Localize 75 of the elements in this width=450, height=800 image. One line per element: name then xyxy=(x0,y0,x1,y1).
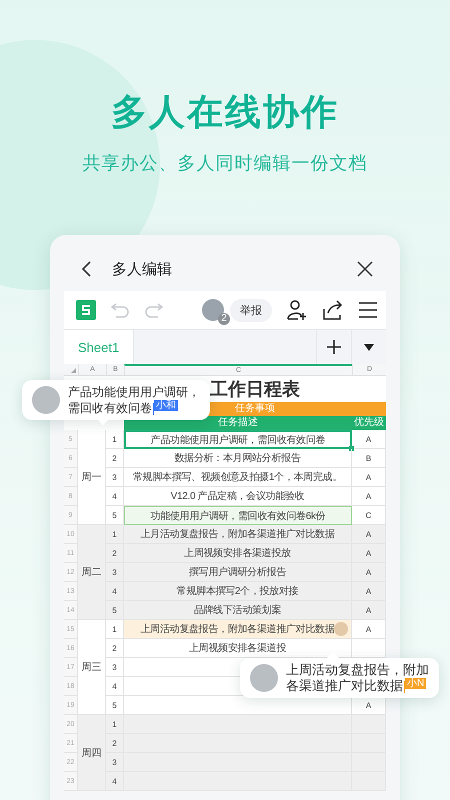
dropdown-icon xyxy=(364,344,374,350)
report-button[interactable]: 举报 xyxy=(230,298,272,322)
task-text: 产品功能使用用户调研，需回收有效问卷 xyxy=(150,434,326,446)
table-cell: 1 xyxy=(106,430,124,449)
table-cell: 5 xyxy=(106,601,124,620)
table-cell: B xyxy=(352,449,386,468)
table-cell: 1 xyxy=(106,715,124,734)
user-tag: 小N xyxy=(405,678,426,689)
table-cell: 2 xyxy=(106,544,124,563)
task-text: 撰写用户调研分析报告 xyxy=(188,566,286,579)
task-text: 品牌线下活动策划案 xyxy=(194,604,282,617)
task-cell[interactable]: 常规脚本撰写、视频创意及拍摄1个，本周完成。 xyxy=(124,468,352,487)
task-cell[interactable]: 数据分析：本月网站分析报告 xyxy=(124,449,352,468)
task-text: 上周视频安排各渠道投 xyxy=(188,642,286,655)
task-cell[interactable]: 上周活动复盘报告，附加各渠道推广对比数据 xyxy=(124,620,352,639)
task-text: 常规脚本撰写2个，投放对接 xyxy=(176,584,298,598)
table-cell: 4 xyxy=(106,582,124,601)
share-icon[interactable] xyxy=(322,299,344,321)
task-cell[interactable]: 功能使用用户调研，需回收有效问卷6k份 xyxy=(124,506,352,525)
menu-icon[interactable] xyxy=(358,301,378,319)
task-cell[interactable]: 上月活动复盘报告，附加各渠道推广对比数据 xyxy=(124,525,352,544)
task-text: 功能使用用户调研，需回收有效问卷6k份 xyxy=(150,510,326,522)
user-tag: 小和 xyxy=(154,400,178,411)
table-cell: A xyxy=(352,430,386,449)
table-cell: A xyxy=(352,620,386,639)
column-title: 优先级 xyxy=(354,416,384,430)
table-cell: 2 xyxy=(106,449,124,468)
close-icon[interactable] xyxy=(356,260,374,278)
corner-triangle-icon[interactable] xyxy=(71,368,76,373)
collaborator-count: 2 xyxy=(218,313,230,325)
window-title: 多人编辑 xyxy=(112,260,172,278)
task-cell[interactable]: 常规脚本撰写2个，投放对接 xyxy=(124,582,352,601)
user-avatar xyxy=(334,622,348,636)
table-cell: 3 xyxy=(106,563,124,582)
section-header: 任务事项 xyxy=(235,403,275,414)
task-text: 上周活动复盘报告，附加各渠道推广对比数据 xyxy=(140,622,334,636)
day-cell: 周四 xyxy=(78,715,106,791)
day-cell: 周二 xyxy=(78,525,106,620)
task-text: 常规脚本撰写、视频创意及拍摄1个，本周完成。 xyxy=(133,470,342,484)
task-text: V12.0 产品定稿，会议功能验收 xyxy=(170,490,304,503)
add-user-icon[interactable] xyxy=(286,299,308,321)
task-text: 上月活动复盘报告，附加各渠道推广对比数据 xyxy=(140,528,334,541)
selection-handle[interactable] xyxy=(349,446,354,451)
sheet-title: 工作日程表 xyxy=(210,379,300,399)
table-cell: A xyxy=(352,525,386,544)
table-cell: 4 xyxy=(106,677,124,696)
table-cell: 1 xyxy=(106,525,124,544)
app-logo-icon[interactable] xyxy=(76,300,96,320)
task-cell[interactable]: 撰写用户调研分析报告 xyxy=(124,563,352,582)
task-cell[interactable]: 产品功能使用用户调研，需回收有效问卷 xyxy=(124,430,352,449)
table-cell: A xyxy=(352,563,386,582)
comment-text: 产品功能使用用户调研，需回收有效问卷 小和 xyxy=(68,384,200,416)
user-avatar xyxy=(250,664,278,692)
table-cell: 4 xyxy=(106,487,124,506)
task-cell[interactable]: 品牌线下活动策划案 xyxy=(124,601,352,620)
user-avatar xyxy=(32,386,60,414)
task-cell[interactable]: 上周视频安排各渠道投放 xyxy=(124,544,352,563)
table-cell: 4 xyxy=(106,772,124,791)
table-cell: A xyxy=(352,487,386,506)
table-cell: 2 xyxy=(106,639,124,658)
table-cell: 3 xyxy=(106,753,124,772)
subheadline: 共享办公、多人同时编辑一份文档 xyxy=(82,152,368,175)
table-cell: A xyxy=(352,544,386,563)
table-cell: A xyxy=(352,601,386,620)
table-cell: A xyxy=(352,468,386,487)
column-title: 任务描述 xyxy=(218,416,258,430)
table-cell: A xyxy=(352,582,386,601)
table-cell: 3 xyxy=(106,468,124,487)
task-text: 上周视频安排各渠道投放 xyxy=(184,546,291,560)
plus-icon xyxy=(327,340,341,354)
table-cell: 3 xyxy=(106,658,124,677)
headline: 多人在线协作 xyxy=(110,90,340,134)
table-cell: 2 xyxy=(106,734,124,753)
task-text: 数据分析：本月网站分析报告 xyxy=(174,452,301,465)
comment-text: 上周活动复盘报告，附加各渠道推广对比数据 小N xyxy=(286,662,429,694)
